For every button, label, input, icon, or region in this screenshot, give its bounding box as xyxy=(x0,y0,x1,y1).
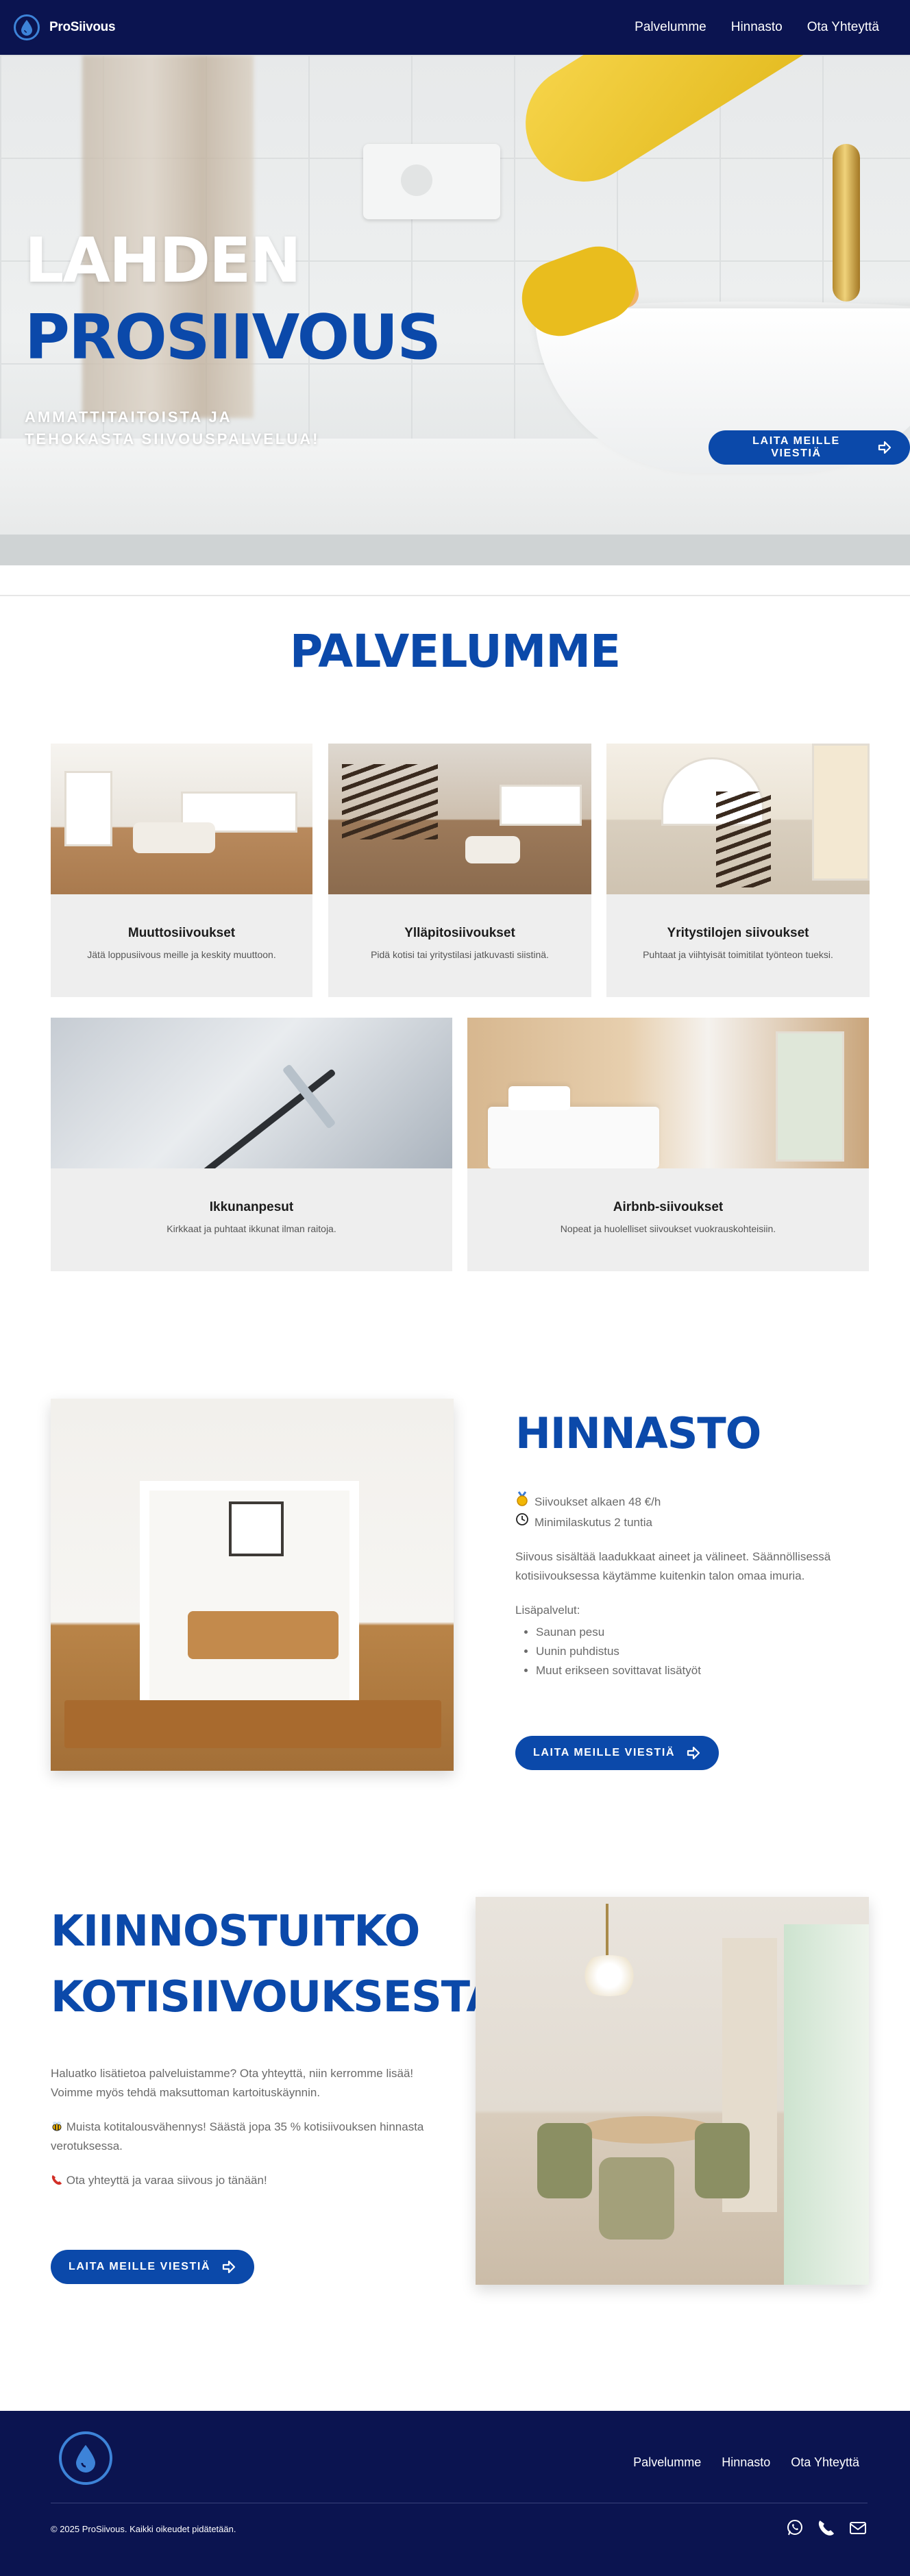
bee-icon xyxy=(51,2120,66,2133)
pricing-contact-button[interactable]: LAITA MEILLE VIESTIÄ xyxy=(515,1736,720,1770)
hero-wall-outlet xyxy=(363,144,500,219)
service-description: Nopeat ja huolelliset siivoukset vuokrau… xyxy=(560,1223,776,1234)
nav-link-palvelumme[interactable]: Palvelumme xyxy=(635,20,706,35)
nav-link-ota-yhteytta[interactable]: Ota Yhteyttä xyxy=(807,20,879,35)
brand-name: ProSiivous xyxy=(49,20,116,34)
nav-link-hinnasto[interactable]: Hinnasto xyxy=(731,20,783,35)
interest-contact-button-label: LAITA MEILLE VIESTIÄ xyxy=(69,2261,211,2272)
section-divider xyxy=(0,595,910,596)
arrow-right-icon xyxy=(221,2259,236,2274)
hero-subtitle: AMMATTITAITOISTA JA TEHOKASTA SIIVOUSPAL… xyxy=(25,408,320,447)
hero-title-line1: LAHDEN xyxy=(25,225,302,297)
footer-copyright: © 2025 ProSiivous. Kaikki oikeudet pidät… xyxy=(51,2524,236,2534)
service-description: Pidä kotisi tai yritystilasi jatkuvasti … xyxy=(371,949,549,960)
interest-photo-dining-room xyxy=(476,1897,869,2285)
medal-icon xyxy=(515,1491,529,1512)
interest-body: Haluatko lisätietoa palveluistamme? Ota … xyxy=(51,2064,434,2190)
brand[interactable]: ProSiivous xyxy=(14,14,116,40)
service-card-airbnb-siivoukset[interactable]: Airbnb-siivoukset Nopeat ja huolelliset … xyxy=(467,1018,869,1271)
interest-title-line2: KOTISIIVOUKSESTA? xyxy=(51,1972,523,2022)
phone-icon[interactable] xyxy=(817,2518,836,2538)
services-title: PALVELUMME xyxy=(289,625,621,678)
nav-links: Palvelumme Hinnasto Ota Yhteyttä xyxy=(635,20,879,35)
interest-title: KIINNOSTUITKO KOTISIIVOUKSESTA? xyxy=(51,1898,523,2030)
pricing-title: HINNASTO xyxy=(515,1408,761,1458)
hero: LAHDEN PROSIIVOUS AMMATTITAITOISTA JA TE… xyxy=(0,55,910,565)
pricing-price-row: Siivoukset alkaen 48 €/h xyxy=(515,1491,858,1512)
service-card-ikkunanpesut[interactable]: Ikkunanpesut Kirkkaat ja puhtaat ikkunat… xyxy=(51,1018,452,1271)
clock-icon xyxy=(515,1512,529,1532)
interest-paragraph-1: Haluatko lisätietoa palveluistamme? Ota … xyxy=(51,2067,414,2099)
list-item: Uunin puhdistus xyxy=(536,1642,858,1661)
pricing-extras-label: Lisäpalvelut: xyxy=(515,1604,580,1617)
service-title: Ylläpitosiivoukset xyxy=(404,926,515,940)
interest-paragraph-2-text: Muista kotitalousvähennys! Säästä jopa 3… xyxy=(51,2120,424,2152)
pricing-minimum-row: Minimilaskutus 2 tuntia xyxy=(515,1512,858,1532)
service-photo-living-room xyxy=(51,744,312,894)
service-title: Yritystilojen siivoukset xyxy=(667,926,809,940)
hero-title: LAHDEN PROSIIVOUS xyxy=(25,223,441,376)
service-photo-spiral-stairs xyxy=(606,744,870,894)
footer: Palvelumme Hinnasto Ota Yhteyttä © 2025 … xyxy=(0,2411,910,2576)
pricing-photo-living-room xyxy=(51,1399,454,1771)
pricing-body: Siivoukset alkaen 48 €/h Minimilaskutus … xyxy=(515,1491,858,1680)
service-card-yllapitosiivoukset[interactable]: Ylläpitosiivoukset Pidä kotisi tai yrity… xyxy=(328,744,591,997)
service-caption: Ylläpitosiivoukset Pidä kotisi tai yrity… xyxy=(328,894,591,960)
interest-paragraph-3-text: Ota yhteyttä ja varaa siivous jo tänään! xyxy=(66,2174,267,2187)
list-item: Saunan pesu xyxy=(536,1623,858,1642)
service-title: Airbnb-siivoukset xyxy=(613,1200,724,1214)
arrow-right-icon xyxy=(877,440,892,455)
pricing-contact-button-label: LAITA MEILLE VIESTIÄ xyxy=(533,1747,676,1758)
service-caption: Airbnb-siivoukset Nopeat ja huolelliset … xyxy=(467,1168,869,1234)
service-photo-staircase-room xyxy=(328,744,591,894)
service-card-muuttosiivoukset[interactable]: Muuttosiivoukset Jätä loppusiivous meill… xyxy=(51,744,312,997)
list-item: Muut erikseen sovittavat lisätyöt xyxy=(536,1661,858,1680)
service-caption: Yritystilojen siivoukset Puhtaat ja viih… xyxy=(606,894,870,960)
service-card-yritystilojen-siivoukset[interactable]: Yritystilojen siivoukset Puhtaat ja viih… xyxy=(606,744,870,997)
mail-icon[interactable] xyxy=(848,2518,868,2538)
hero-faucet xyxy=(833,144,860,302)
service-title: Ikkunanpesut xyxy=(209,1200,294,1214)
water-drop-icon[interactable] xyxy=(59,2431,112,2485)
service-photo-window-squeegee xyxy=(51,1018,452,1168)
footer-link-hinnasto[interactable]: Hinnasto xyxy=(722,2455,770,2470)
hero-contact-button[interactable]: LAITA MEILLE VIESTIÄ xyxy=(709,430,910,465)
service-caption: Muuttosiivoukset Jätä loppusiivous meill… xyxy=(51,894,312,960)
service-description: Kirkkaat ja puhtaat ikkunat ilman raitoj… xyxy=(167,1223,336,1234)
interest-paragraph-2: Muista kotitalousvähennys! Säästä jopa 3… xyxy=(51,2118,434,2156)
service-title: Muuttosiivoukset xyxy=(127,926,236,940)
service-description: Jätä loppusiivous meille ja keskity muut… xyxy=(87,949,276,960)
pricing-extras-list: Saunan pesu Uunin puhdistus Muut eriksee… xyxy=(515,1623,858,1680)
service-description: Puhtaat ja viihtyisät toimitilat työnteo… xyxy=(643,949,833,960)
footer-social-icons xyxy=(785,2518,868,2538)
footer-link-ota-yhteytta[interactable]: Ota Yhteyttä xyxy=(791,2455,859,2470)
hero-counter-edge xyxy=(0,535,910,565)
service-photo-bedroom xyxy=(467,1018,869,1168)
pricing-note: Siivous sisältää laadukkaat aineet ja vä… xyxy=(515,1550,831,1582)
interest-paragraph-3: Ota yhteyttä ja varaa siivous jo tänään! xyxy=(51,2171,434,2190)
water-drop-icon xyxy=(14,14,40,40)
pricing-price: Siivoukset alkaen 48 €/h xyxy=(534,1495,661,1508)
hero-title-line2: PROSIIVOUS xyxy=(25,302,441,373)
hero-content: LAHDEN PROSIIVOUS AMMATTITAITOISTA JA TE… xyxy=(25,223,441,450)
footer-link-palvelumme[interactable]: Palvelumme xyxy=(633,2455,701,2470)
arrow-right-icon xyxy=(686,1745,701,1761)
interest-contact-button[interactable]: LAITA MEILLE VIESTIÄ xyxy=(51,2250,255,2284)
phone-icon xyxy=(51,2174,66,2187)
footer-links: Palvelumme Hinnasto Ota Yhteyttä xyxy=(633,2455,859,2470)
service-caption: Ikkunanpesut Kirkkaat ja puhtaat ikkunat… xyxy=(51,1168,452,1234)
interest-title-line1: KIINNOSTUITKO xyxy=(51,1906,420,1956)
pricing-minimum: Minimilaskutus 2 tuntia xyxy=(534,1515,652,1529)
hero-contact-button-label: LAITA MEILLE VIESTIÄ xyxy=(752,435,840,459)
whatsapp-icon[interactable] xyxy=(785,2518,804,2538)
top-navbar: ProSiivous Palvelumme Hinnasto Ota Yhtey… xyxy=(0,0,910,55)
